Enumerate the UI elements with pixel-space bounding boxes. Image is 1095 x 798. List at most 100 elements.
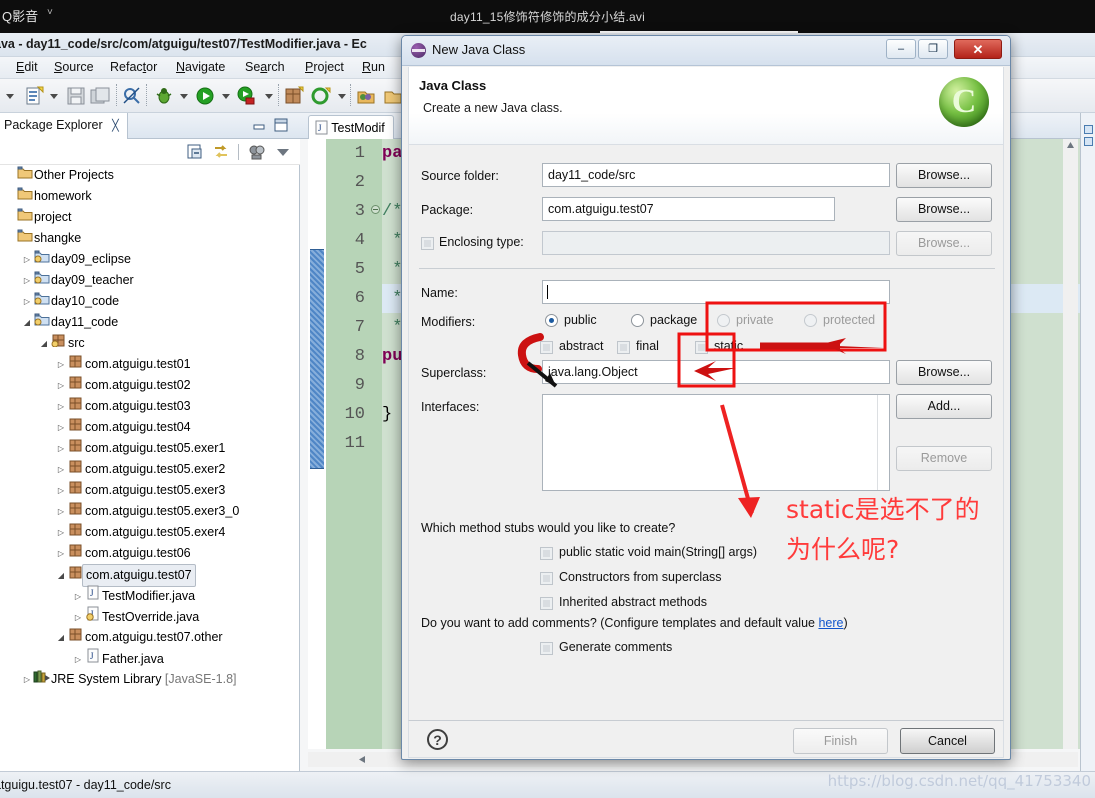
tree-twisty-collapsed-icon[interactable] xyxy=(55,480,67,501)
configure-templates-link[interactable]: here xyxy=(818,616,843,630)
editor-marker-gutter[interactable] xyxy=(308,139,326,749)
tree-item[interactable]: day09_eclipse xyxy=(0,249,299,270)
tree-item[interactable]: com.atguigu.test07 xyxy=(0,564,299,587)
package-input[interactable]: com.atguigu.test07 xyxy=(542,197,835,221)
modifier-radio-private[interactable] xyxy=(717,314,730,327)
tree-item[interactable]: day11_code xyxy=(0,312,299,333)
fold-collapse-icon[interactable] xyxy=(371,205,380,214)
interfaces-add-button[interactable]: Add... xyxy=(896,394,992,419)
tree-item[interactable]: J TestModifier.java xyxy=(0,585,299,606)
superclass-browse-button[interactable]: Browse... xyxy=(896,360,992,385)
tree-twisty-collapsed-icon[interactable] xyxy=(55,459,67,480)
source-folder-input[interactable]: day11_code/src xyxy=(542,163,890,187)
menu-item-edit[interactable]: Edit xyxy=(14,60,40,74)
search-disabled-icon[interactable] xyxy=(122,86,142,106)
tree-twisty-collapsed-icon[interactable] xyxy=(55,522,67,543)
tree-item[interactable]: com.atguigu.test05.exer2 xyxy=(0,459,299,480)
link-with-editor-icon[interactable] xyxy=(212,143,230,161)
view-dropdown-icon[interactable] xyxy=(277,149,289,156)
tree-twisty-collapsed-icon[interactable] xyxy=(21,270,33,291)
modifier-radio-public[interactable] xyxy=(545,314,558,327)
tree-twisty-collapsed-icon[interactable] xyxy=(55,354,67,375)
close-button[interactable]: ✕ xyxy=(954,39,1002,59)
open-resource-icon[interactable] xyxy=(383,86,403,106)
tree-item[interactable]: Other Projects xyxy=(0,165,299,186)
run-dropdown-icon[interactable] xyxy=(222,94,230,99)
view-menu-icon[interactable] xyxy=(248,143,266,161)
tree-item[interactable]: src xyxy=(0,333,299,354)
menu-item-refactor[interactable]: Refactor xyxy=(108,60,159,74)
interfaces-remove-button[interactable]: Remove xyxy=(896,446,992,471)
run-external-tools-icon[interactable] xyxy=(236,86,256,106)
dialog-titlebar[interactable]: New Java Class – ❐ ✕ xyxy=(402,36,1010,66)
package-browse-button[interactable]: Browse... xyxy=(896,197,992,222)
tree-twisty-collapsed-icon[interactable] xyxy=(55,375,67,396)
save-all-icon[interactable] xyxy=(90,86,110,106)
run-icon[interactable] xyxy=(195,86,215,106)
tree-item[interactable]: homework xyxy=(0,186,299,207)
tree-twisty-collapsed-icon[interactable] xyxy=(72,607,84,628)
tree-item[interactable]: day09_teacher xyxy=(0,270,299,291)
modifier-radio-protected[interactable] xyxy=(804,314,817,327)
menu-item-run[interactable]: Run xyxy=(360,60,387,74)
help-icon[interactable]: ? xyxy=(427,729,448,750)
tree-item[interactable]: com.atguigu.test03 xyxy=(0,396,299,417)
tree-item[interactable]: JTestOverride.java xyxy=(0,606,299,627)
tree-twisty-expanded-icon[interactable] xyxy=(55,565,67,586)
new-wizard-icon[interactable] xyxy=(24,86,44,106)
stub-checkbox-main-method[interactable] xyxy=(540,547,553,560)
tree-item[interactable]: com.atguigu.test07.other xyxy=(0,627,299,648)
tree-twisty-expanded-icon[interactable] xyxy=(55,627,67,648)
maximize-button[interactable]: ❐ xyxy=(918,39,948,59)
open-type-icon[interactable] xyxy=(356,86,376,106)
project-tree[interactable]: Other Projects homework project shangke day0… xyxy=(0,165,299,771)
menu-item-search[interactable]: Search xyxy=(243,60,287,74)
debug-bug-icon[interactable] xyxy=(154,86,174,106)
maximize-view-icon[interactable] xyxy=(274,118,288,132)
tree-item[interactable]: JRE System Library [JavaSE-1.8] xyxy=(0,669,299,690)
new-class-icon[interactable] xyxy=(311,86,331,106)
generate-comments-checkbox[interactable] xyxy=(540,642,553,655)
modifier-radio-package[interactable] xyxy=(631,314,644,327)
tree-item[interactable]: shangke xyxy=(0,228,299,249)
enclosing-type-browse-button[interactable]: Browse... xyxy=(896,231,992,256)
tree-item[interactable]: com.atguigu.test05.exer1 xyxy=(0,438,299,459)
stub-checkbox-constructors[interactable] xyxy=(540,572,553,585)
new-package-icon[interactable] xyxy=(284,86,304,106)
editor-vertical-scrollbar[interactable] xyxy=(1063,139,1078,749)
tree-item[interactable]: J Father.java xyxy=(0,648,299,669)
interfaces-scrollbar[interactable] xyxy=(877,395,889,490)
tree-item[interactable]: com.atguigu.test04 xyxy=(0,417,299,438)
minimize-button[interactable]: – xyxy=(886,39,916,59)
tree-twisty-expanded-icon[interactable] xyxy=(21,312,33,333)
tree-item[interactable]: com.atguigu.test05.exer4 xyxy=(0,522,299,543)
tree-twisty-collapsed-icon[interactable] xyxy=(55,438,67,459)
task-list-minibutton[interactable] xyxy=(1084,137,1093,146)
name-input[interactable] xyxy=(542,280,890,304)
superclass-input[interactable]: java.lang.Object xyxy=(542,360,890,384)
tree-item[interactable]: com.atguigu.test01 xyxy=(0,354,299,375)
new-wizard-dropdown-icon[interactable] xyxy=(50,94,58,99)
tree-twisty-collapsed-icon[interactable] xyxy=(21,291,33,312)
tree-item[interactable]: com.atguigu.test02 xyxy=(0,375,299,396)
modifier-checkbox-abstract[interactable] xyxy=(540,341,553,354)
external-tools-dropdown-icon[interactable] xyxy=(265,94,273,99)
folding-ruler[interactable] xyxy=(370,139,382,749)
tree-twisty-collapsed-icon[interactable] xyxy=(21,669,33,690)
tree-item[interactable]: com.atguigu.test05.exer3_0 xyxy=(0,501,299,522)
collapse-all-icon[interactable] xyxy=(186,143,204,161)
tree-twisty-collapsed-icon[interactable] xyxy=(55,501,67,522)
tree-item[interactable]: com.atguigu.test05.exer3 xyxy=(0,480,299,501)
modifier-checkbox-static[interactable] xyxy=(695,341,708,354)
tree-twisty-collapsed-icon[interactable] xyxy=(72,586,84,607)
enclosing-type-checkbox[interactable] xyxy=(421,237,434,250)
toolbar-dropdown-icon[interactable] xyxy=(6,94,14,99)
scroll-left-icon[interactable] xyxy=(358,755,367,764)
menu-item-project[interactable]: Project xyxy=(303,60,346,74)
tree-item[interactable]: day10_code xyxy=(0,291,299,312)
finish-button[interactable]: Finish xyxy=(793,728,888,754)
tab-testmodifier-java[interactable]: J TestModif xyxy=(308,115,394,139)
tree-twisty-collapsed-icon[interactable] xyxy=(21,249,33,270)
tree-twisty-collapsed-icon[interactable] xyxy=(55,417,67,438)
source-folder-browse-button[interactable]: Browse... xyxy=(896,163,992,188)
